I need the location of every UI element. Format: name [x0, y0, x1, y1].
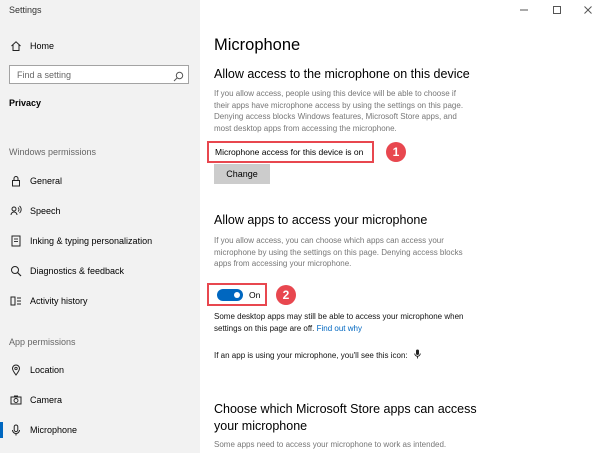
- search-input[interactable]: [10, 66, 170, 83]
- main-content: Microphone Allow access to the microphon…: [200, 0, 600, 453]
- desktop-apps-note: Some desktop apps may still be able to a…: [214, 312, 464, 333]
- home-icon: [10, 40, 22, 52]
- sidebar-item-general[interactable]: General: [0, 170, 200, 192]
- device-section-heading: Allow access to the microphone on this d…: [214, 67, 470, 81]
- sidebar-item-microphone[interactable]: Microphone: [0, 419, 200, 441]
- speech-icon: [10, 205, 22, 217]
- sidebar-item-label: Location: [30, 365, 65, 375]
- sidebar-item-diagnostics[interactable]: Diagnostics & feedback: [0, 260, 200, 282]
- change-button[interactable]: Change: [214, 164, 270, 184]
- device-access-status-text: Microphone access for this device is on: [215, 147, 364, 157]
- sidebar-item-label: General: [30, 176, 63, 186]
- toggle-state-label: On: [249, 290, 261, 300]
- toggle-knob: [234, 292, 240, 298]
- annotation-badge-1: 1: [386, 142, 406, 162]
- activity-icon: [10, 295, 22, 307]
- apps-section-heading: Allow apps to access your microphone: [214, 213, 428, 227]
- device-section-description: If you allow access, people using this d…: [214, 89, 464, 134]
- window-title: Settings: [9, 5, 42, 15]
- apps-access-toggle-container: On: [207, 283, 267, 306]
- sidebar-item-inking[interactable]: Inking & typing personalization: [0, 230, 200, 252]
- camera-icon: [10, 394, 22, 406]
- sidebar-item-label: Camera: [30, 395, 63, 405]
- store-apps-heading: Choose which Microsoft Store apps can ac…: [214, 402, 477, 433]
- search-icon[interactable]: [173, 69, 184, 82]
- sidebar-item-label: Activity history: [30, 296, 88, 306]
- location-icon: [10, 364, 22, 376]
- page-title: Microphone: [214, 36, 301, 54]
- find-out-why-link[interactable]: Find out why: [317, 324, 362, 333]
- annotation-badge-2: 2: [276, 285, 296, 305]
- nav-home[interactable]: Home: [0, 35, 200, 57]
- inking-icon: [10, 235, 22, 247]
- device-access-status: Microphone access for this device is on: [207, 141, 374, 163]
- microphone-icon: [10, 424, 22, 436]
- windows-permissions-label: Windows permissions: [9, 147, 97, 157]
- lock-icon: [10, 175, 22, 187]
- microphone-in-use-icon: [414, 349, 421, 363]
- app-permissions-label: App permissions: [9, 337, 76, 347]
- apps-access-toggle[interactable]: [217, 289, 243, 301]
- store-apps-description: Some apps need to access your microphone…: [214, 440, 447, 449]
- sidebar-item-camera[interactable]: Camera: [0, 389, 200, 411]
- sidebar-item-activity-history[interactable]: Activity history: [0, 290, 200, 312]
- sidebar-item-label: Diagnostics & feedback: [30, 266, 125, 276]
- sidebar-item-label: Microphone: [30, 425, 78, 435]
- apps-section-description: If you allow access, you can choose whic…: [214, 236, 463, 269]
- sidebar-item-label: Speech: [30, 206, 61, 216]
- diagnostics-icon: [10, 265, 22, 277]
- nav-home-label: Home: [30, 41, 55, 51]
- sidebar-item-label: Inking & typing personalization: [30, 236, 153, 246]
- sidebar: Settings Home Privacy Windows permission…: [0, 0, 200, 453]
- privacy-heading: Privacy: [9, 98, 42, 108]
- mic-icon-note: If an app is using your microphone, you'…: [214, 349, 474, 363]
- search-box[interactable]: [9, 65, 189, 84]
- sidebar-item-speech[interactable]: Speech: [0, 200, 200, 222]
- sidebar-item-location[interactable]: Location: [0, 359, 200, 381]
